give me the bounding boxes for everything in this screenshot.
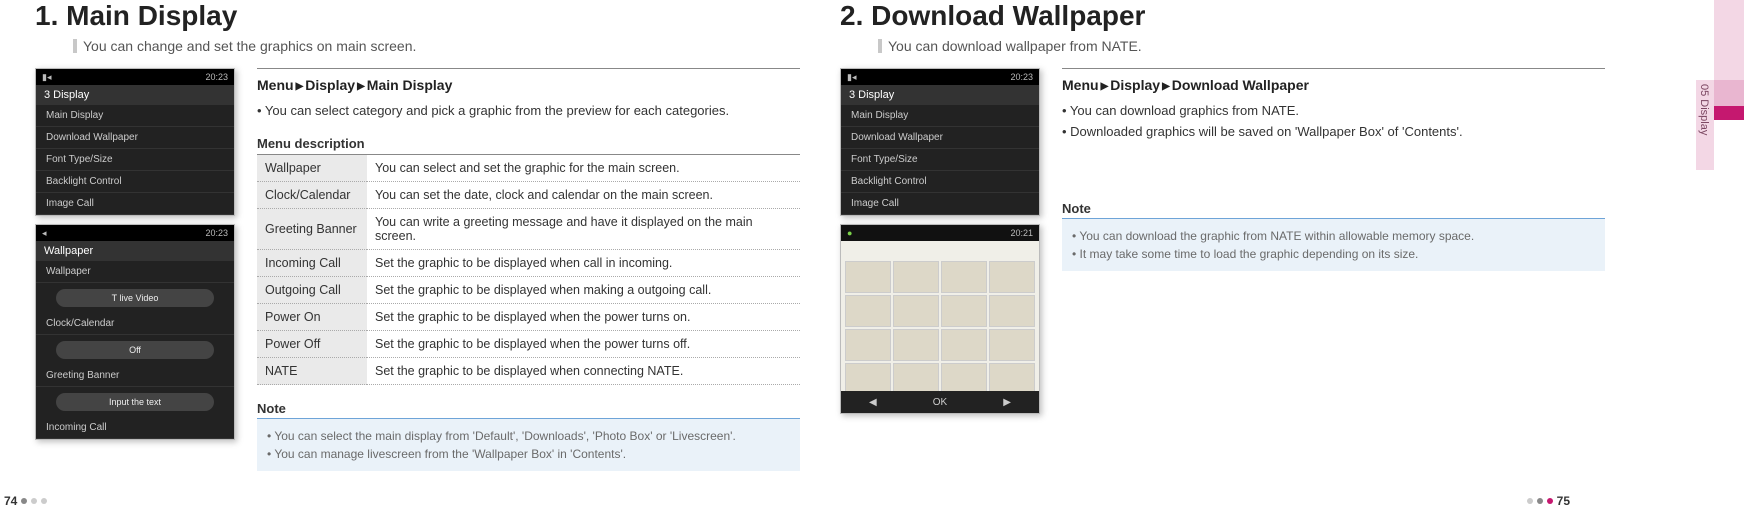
section-tab: 05 Display (1684, 0, 1744, 514)
table-row: WallpaperYou can select and set the grap… (257, 155, 800, 182)
dot-icon (31, 498, 37, 504)
page-number-left: 74 (4, 494, 47, 508)
chevron-right-icon: ▶ (1101, 81, 1109, 92)
heading-download-wallpaper: 2. Download Wallpaper (840, 0, 1605, 32)
table-row: Incoming CallSet the graphic to be displ… (257, 250, 800, 277)
chevron-right-icon: ▶ (357, 81, 365, 92)
chevron-right-icon: ▶ (1162, 81, 1170, 92)
dot-icon (1527, 498, 1533, 504)
table-row: Power OffSet the graphic to be displayed… (257, 331, 800, 358)
chevron-right-icon: ▶ (296, 81, 304, 92)
dot-icon (1547, 498, 1553, 504)
screenshot-column: ▮◂20:23 3 Display Main Display Download … (840, 68, 1040, 414)
note-heading: Note (257, 401, 800, 419)
subheading-menu-description: Menu description (257, 136, 800, 155)
intro-text: You can change and set the graphics on m… (83, 38, 416, 54)
body-text: • You can download graphics from NATE. (1062, 103, 1605, 118)
table-row: Greeting BannerYou can write a greeting … (257, 209, 800, 250)
menu-description-table: WallpaperYou can select and set the grap… (257, 155, 800, 385)
table-row: NATESet the graphic to be displayed when… (257, 358, 800, 385)
heading-main-display: 1. Main Display (35, 0, 800, 32)
phone-screenshot-nate-portal: ●20:21 ◀ OK ▶ (840, 224, 1040, 414)
intro-bar-icon (878, 39, 882, 53)
table-row: Power OnSet the graphic to be displayed … (257, 304, 800, 331)
dot-icon (21, 498, 27, 504)
dot-icon (1537, 498, 1543, 504)
phone-screenshot-display-menu: ▮◂20:23 3 Display Main Display Download … (35, 68, 235, 216)
note-heading: Note (1062, 201, 1605, 219)
breadcrumb: Menu▶Display▶Download Wallpaper (1062, 68, 1605, 93)
body-text: • Downloaded graphics will be saved on '… (1062, 124, 1605, 139)
screenshot-column: ▮◂20:23 3 Display Main Display Download … (35, 68, 235, 471)
phone-screenshot-display-menu: ▮◂20:23 3 Display Main Display Download … (840, 68, 1040, 216)
page-left: 1. Main Display You can change and set t… (0, 0, 820, 514)
page-number-right: 75 (1527, 494, 1570, 508)
note-box: • You can download the graphic from NATE… (1062, 219, 1605, 271)
intro-bar-icon (73, 39, 77, 53)
note-box: • You can select the main display from '… (257, 419, 800, 471)
table-row: Clock/CalendarYou can set the date, cloc… (257, 182, 800, 209)
phone-screenshot-wallpaper: ◂20:23 Wallpaper Wallpaper T live Video … (35, 224, 235, 440)
breadcrumb: Menu▶Display▶Main Display (257, 68, 800, 93)
body-text: • You can select category and pick a gra… (257, 103, 800, 118)
table-row: Outgoing CallSet the graphic to be displ… (257, 277, 800, 304)
page-right: 2. Download Wallpaper You can download w… (820, 0, 1640, 514)
dot-icon (41, 498, 47, 504)
intro-text: You can download wallpaper from NATE. (888, 38, 1142, 54)
section-tab-label: 05 Display (1698, 84, 1710, 135)
